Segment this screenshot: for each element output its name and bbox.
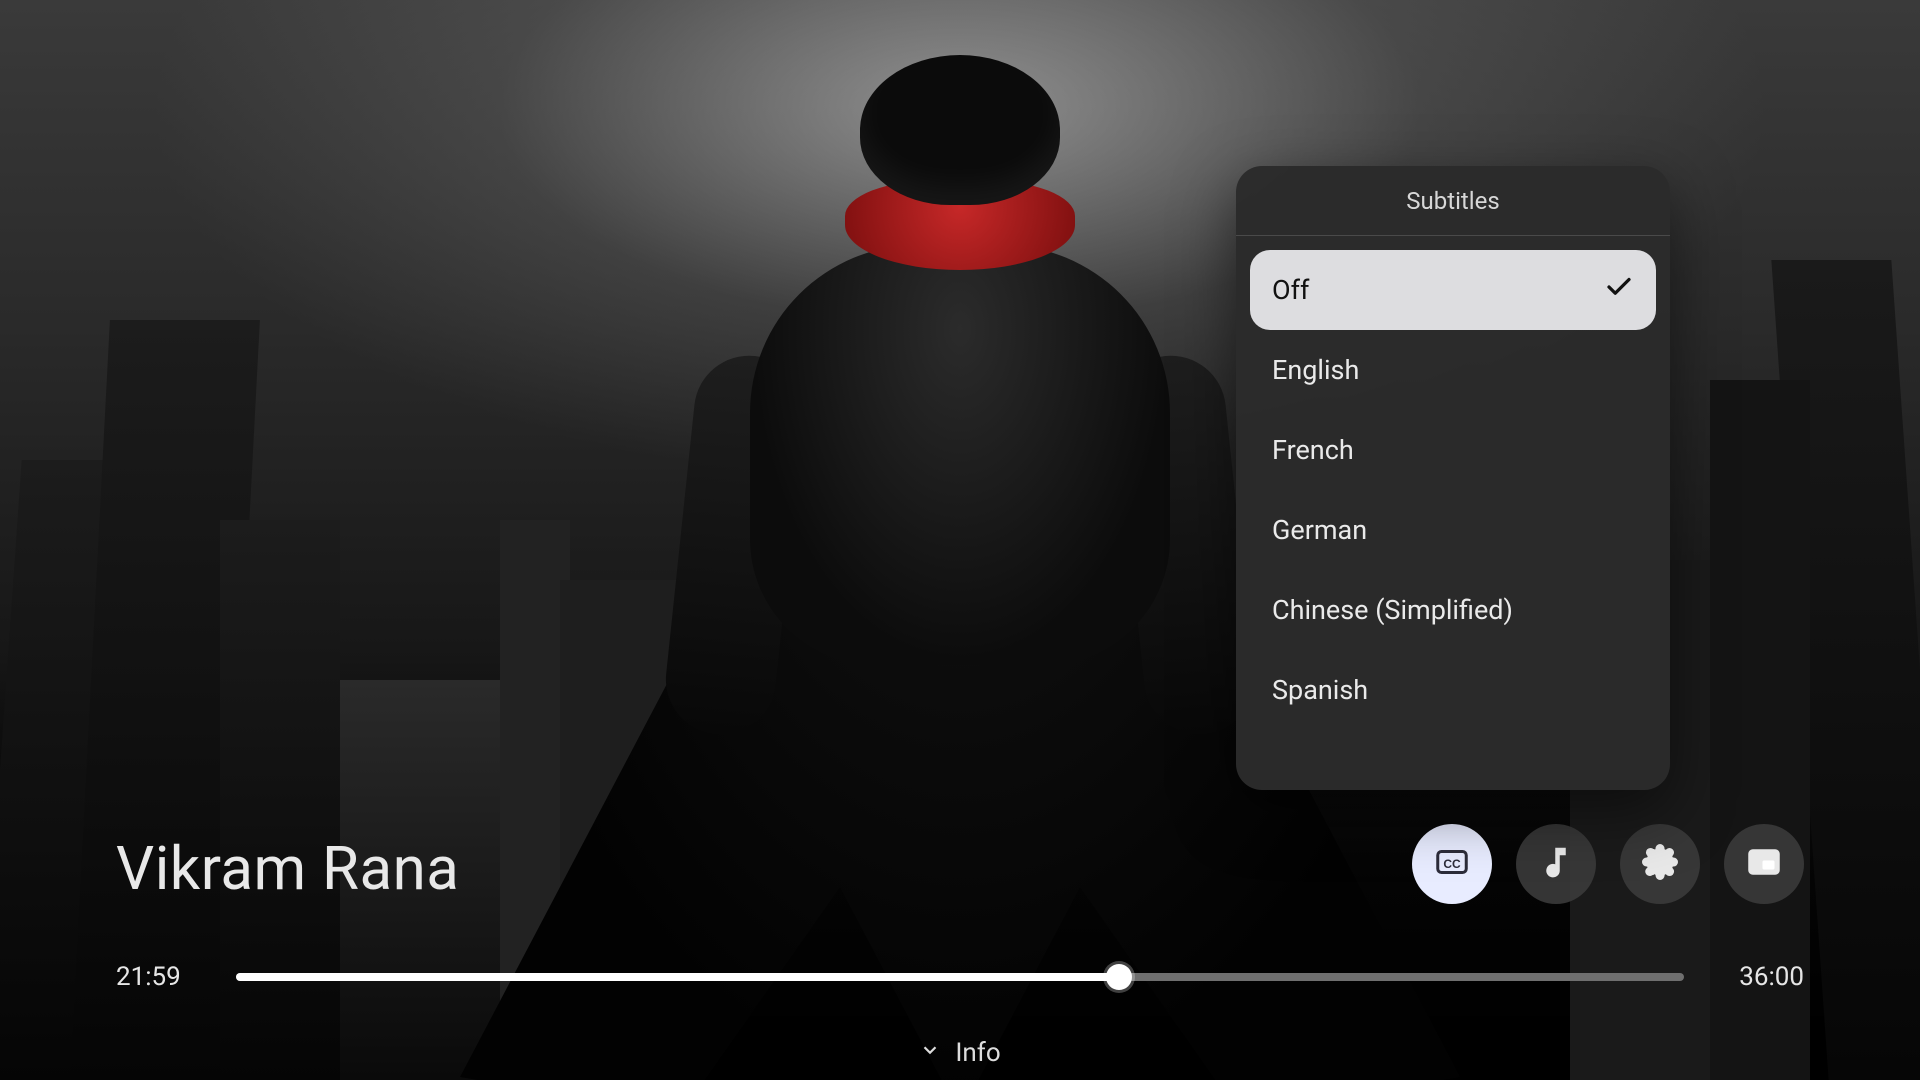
subtitle-option[interactable]: German <box>1250 490 1656 570</box>
playback-controls: CC <box>1412 824 1804 904</box>
subtitles-popover-title: Subtitles <box>1406 187 1499 215</box>
subtitle-option[interactable]: French <box>1250 410 1656 490</box>
total-time: 36:00 <box>1724 962 1804 992</box>
seek-thumb[interactable] <box>1106 964 1132 990</box>
subtitle-option-label: Spanish <box>1272 674 1368 706</box>
settings-button[interactable] <box>1620 824 1700 904</box>
popover-prev-button[interactable] <box>1262 189 1286 213</box>
subtitle-option-label: German <box>1272 514 1367 546</box>
video-title: Vikram Rana <box>116 833 459 904</box>
popover-next-button[interactable] <box>1620 189 1644 213</box>
subtitles-popover-header: Subtitles <box>1236 166 1670 236</box>
subtitles-options-list: Off English French German Chinese (Simplifie… <box>1236 236 1670 730</box>
subtitle-option-label: Off <box>1272 274 1309 306</box>
subtitle-option-label: English <box>1272 354 1359 386</box>
subtitle-option[interactable]: Off <box>1250 250 1656 330</box>
subtitle-option-label: Chinese (Simplified) <box>1272 594 1513 626</box>
info-toggle[interactable]: Info <box>0 1038 1920 1068</box>
subtitle-option[interactable]: Spanish <box>1250 650 1656 730</box>
subtitle-option[interactable]: Chinese (Simplified) <box>1250 570 1656 650</box>
info-label: Info <box>955 1038 1000 1068</box>
pip-icon <box>1746 844 1782 884</box>
subtitles-popover: Subtitles Off English French German Chinese … <box>1236 166 1670 790</box>
cc-icon: CC <box>1434 844 1470 884</box>
captions-button[interactable]: CC <box>1412 824 1492 904</box>
svg-text:CC: CC <box>1443 857 1461 871</box>
music-note-icon <box>1538 844 1574 884</box>
subtitle-option-label: French <box>1272 434 1354 466</box>
chevron-down-icon <box>919 1038 941 1068</box>
subtitle-option[interactable]: English <box>1250 330 1656 410</box>
check-icon <box>1604 272 1634 309</box>
audio-track-button[interactable] <box>1516 824 1596 904</box>
seek-fill <box>236 973 1119 981</box>
gear-icon <box>1642 844 1678 884</box>
picture-in-picture-button[interactable] <box>1724 824 1804 904</box>
seek-bar[interactable] <box>236 973 1684 981</box>
elapsed-time: 21:59 <box>116 962 196 992</box>
progress-row: 21:59 36:00 <box>116 962 1804 992</box>
